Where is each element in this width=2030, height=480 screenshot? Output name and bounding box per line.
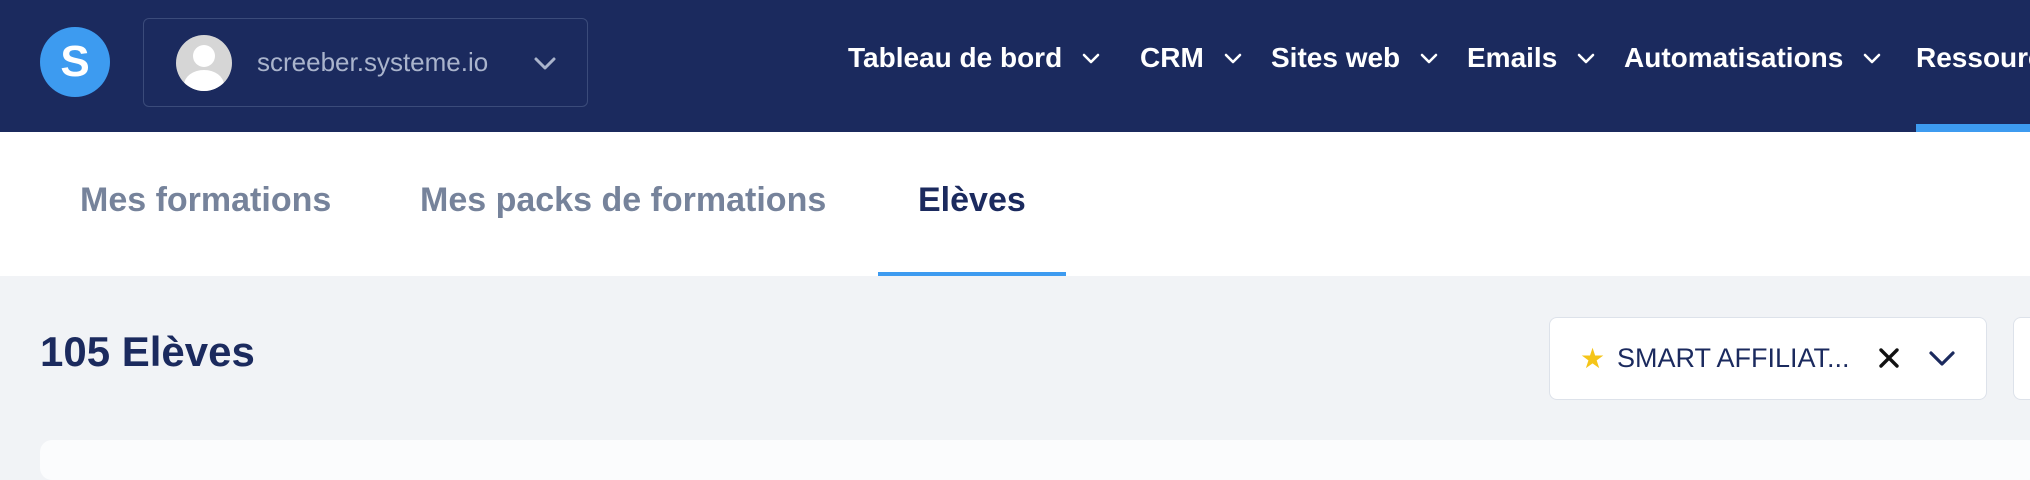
chevron-down-icon	[1863, 53, 1881, 63]
main-nav: Tableau de bord CRM Sites web Emails Aut…	[0, 0, 2030, 132]
nav-item-label: Ressourc	[1916, 42, 2030, 73]
nav-item-sites-web[interactable]: Sites web	[1271, 0, 1440, 116]
secondary-filter-select[interactable]	[2013, 317, 2030, 400]
nav-item-tableau-de-bord[interactable]: Tableau de bord	[848, 0, 1102, 116]
nav-item-label: Emails	[1467, 42, 1558, 73]
nav-item-label: Automatisations	[1624, 42, 1844, 73]
nav-item-automatisations[interactable]: Automatisations	[1624, 0, 1883, 116]
chevron-down-icon	[1577, 53, 1595, 63]
close-icon[interactable]	[1876, 345, 1902, 371]
tab-mes-formations[interactable]: Mes formations	[80, 132, 331, 276]
filter-value: SMART AFFILIAT...	[1617, 343, 1850, 373]
students-table-card	[40, 440, 2030, 480]
nav-item-ressources[interactable]: Ressourc	[1916, 0, 2030, 116]
chevron-down-icon	[1082, 53, 1100, 63]
tab-eleves[interactable]: Elèves	[918, 132, 1026, 276]
star-icon: ★	[1580, 343, 1606, 374]
chevron-down-icon[interactable]	[1927, 345, 1957, 371]
top-navbar: S screeber.systeme.io Tableau de bord CR…	[0, 0, 2030, 132]
chevron-down-icon	[1224, 53, 1241, 63]
nav-active-indicator	[1916, 124, 2030, 132]
course-filter-select[interactable]: ★ SMART AFFILIAT...	[1549, 317, 1987, 400]
nav-item-label: Sites web	[1271, 42, 1401, 73]
nav-item-crm[interactable]: CRM	[1140, 0, 1244, 116]
tab-mes-packs-de-formations[interactable]: Mes packs de formations	[420, 132, 826, 276]
page-title: 105 Elèves	[40, 328, 255, 375]
nav-item-label: CRM	[1140, 42, 1204, 73]
chevron-down-icon	[1420, 53, 1438, 63]
nav-item-emails[interactable]: Emails	[1467, 0, 1597, 116]
subnav-tabs: Mes formations Mes packs de formations E…	[0, 132, 2030, 276]
nav-item-label: Tableau de bord	[848, 42, 1063, 73]
tab-active-indicator	[878, 272, 1066, 276]
